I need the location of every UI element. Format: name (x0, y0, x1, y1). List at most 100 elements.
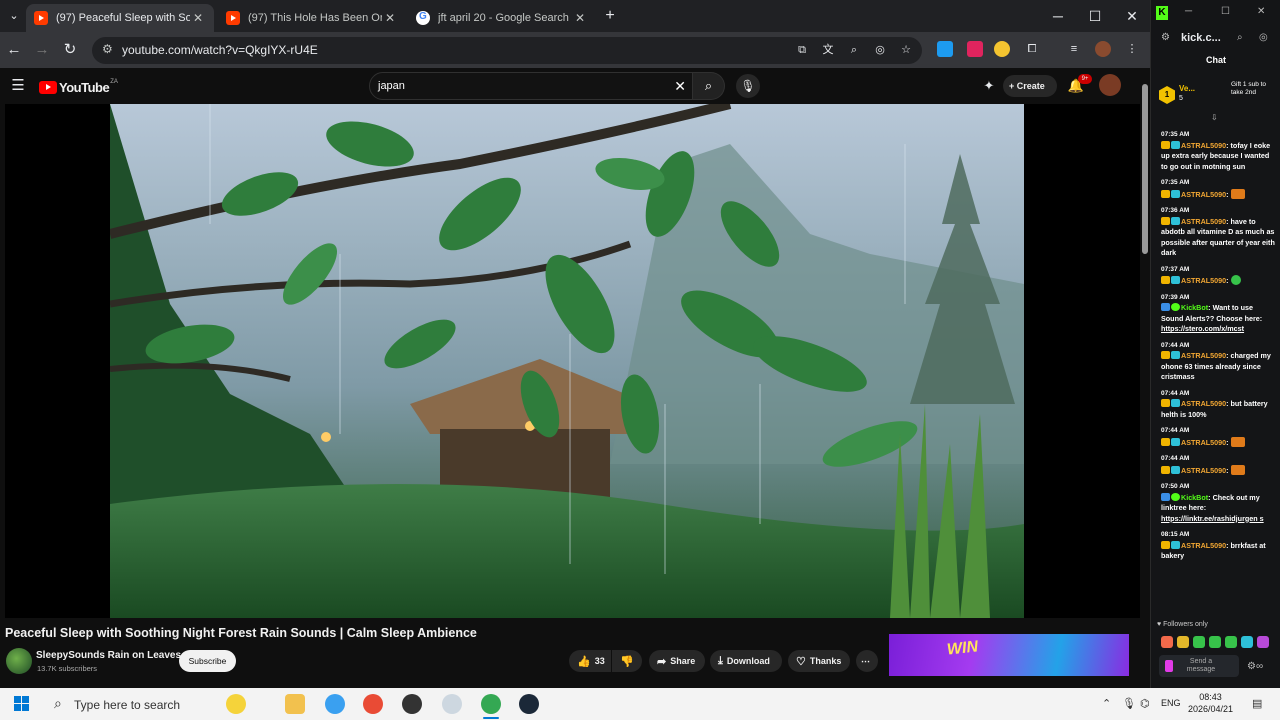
show-hidden-icons-chevron[interactable]: ⌃ (1102, 697, 1111, 710)
chrome-profile-icon[interactable] (481, 694, 501, 714)
chat-link[interactable]: https://stero.com/x/mcst (1161, 324, 1244, 333)
like-button[interactable]: 👍 33 (569, 650, 611, 672)
back-icon[interactable]: ← (2, 38, 26, 62)
reload-icon[interactable]: ↻ (58, 38, 82, 62)
chat-input[interactable]: Send a message (1159, 655, 1239, 677)
file-explorer-icon[interactable] (285, 694, 305, 714)
chat-username[interactable]: ASTRAL5090 (1181, 190, 1226, 199)
photos-icon[interactable] (325, 694, 345, 714)
system-clock[interactable]: 08:43 2026/04/21 (1188, 691, 1233, 715)
video-player[interactable] (5, 104, 1140, 618)
notification-center-icon[interactable]: ▤ (1252, 697, 1262, 710)
microphone-tray-icon[interactable]: 🎙 (1122, 697, 1136, 710)
extensions-puzzle-icon[interactable]: ⧠ (1024, 41, 1040, 57)
kick-url[interactable]: kick.c... (1181, 32, 1221, 44)
chat-username[interactable]: ASTRAL5090 (1181, 438, 1226, 447)
search-input[interactable]: japan (378, 80, 405, 92)
media-controls-icon[interactable]: ≡ (1066, 41, 1082, 57)
site-info-icon[interactable]: ⚙ (1161, 32, 1170, 43)
new-tab-button[interactable]: + (598, 4, 622, 28)
extension-blue-icon[interactable] (937, 41, 953, 57)
emote-3[interactable] (1193, 636, 1205, 648)
kick-address-bar[interactable]: ⚙ kick.c... ⌕ ◎ (1151, 28, 1280, 50)
youtube-logo[interactable]: YouTube ZA (39, 79, 118, 95)
search-icon[interactable]: ⌕ (1237, 32, 1243, 43)
scroll-down-icon[interactable]: ⇩ (1211, 113, 1218, 122)
subscribe-button[interactable]: Subscribe (179, 650, 236, 672)
chat-username[interactable]: ASTRAL5090 (1181, 351, 1226, 360)
chat-username[interactable]: KickBot (1181, 303, 1208, 312)
chat-input-placeholder[interactable]: Send a message (1179, 658, 1223, 674)
maximize-icon[interactable]: ☐ (1221, 6, 1230, 17)
ad-banner[interactable]: WIN (889, 634, 1129, 678)
chat-username[interactable]: ASTRAL5090 (1181, 276, 1226, 285)
account-avatar[interactable] (1099, 74, 1121, 96)
scrollbar-thumb[interactable] (1142, 84, 1148, 254)
site-info-icon[interactable]: ⚙ (102, 42, 113, 56)
bookmark-star-icon[interactable]: ☆ (898, 42, 914, 58)
forward-icon[interactable]: → (30, 38, 54, 62)
steam-icon[interactable] (519, 694, 539, 714)
share-button[interactable]: ➦ Share (649, 650, 705, 672)
chat-username[interactable]: ASTRAL5090 (1181, 141, 1226, 150)
channel-avatar[interactable] (6, 648, 32, 674)
eye-off-icon[interactable]: ◎ (872, 42, 888, 58)
tab-youtube-sleep[interactable]: (97) Peaceful Sleep with Soo ✕ (26, 4, 214, 32)
obs-icon[interactable] (402, 694, 422, 714)
emote-7[interactable] (1257, 636, 1269, 648)
windows-start-icon[interactable] (14, 696, 30, 712)
emote-4[interactable] (1209, 636, 1221, 648)
zoom-icon[interactable]: ⌕ (846, 42, 862, 58)
tab-youtube-hole[interactable]: (97) This Hole Has Been On Fire ✕ (218, 4, 406, 32)
close-tab-icon[interactable]: ✕ (572, 11, 588, 25)
input-language[interactable]: ENG (1161, 698, 1181, 708)
emote-6[interactable] (1241, 636, 1253, 648)
voice-search-button[interactable]: 🎙 (736, 74, 760, 98)
thanks-button[interactable]: ♡ Thanks (788, 650, 850, 672)
maximize-icon[interactable]: ☐ (1077, 4, 1113, 28)
chat-link[interactable]: https://linktr.ee/rashidjurgen s (1161, 514, 1264, 523)
close-tab-icon[interactable]: ✕ (190, 11, 206, 25)
extension-yellow-icon[interactable] (994, 41, 1010, 57)
dislike-button[interactable]: 👎 (612, 650, 642, 672)
clear-search-icon[interactable]: ✕ (674, 78, 686, 95)
download-button[interactable]: ⤓ Download (710, 650, 782, 672)
minimize-icon[interactable]: ─ (1040, 4, 1076, 28)
chat-username[interactable]: ASTRAL5090 (1181, 399, 1226, 408)
translate-icon[interactable]: 文 (820, 42, 836, 58)
address-bar[interactable]: ⚙ youtube.com/watch?v=QkgIYX-rU4E ⧉ 文 ⌕ … (92, 37, 922, 64)
extension-pink-icon[interactable] (967, 41, 983, 57)
chat-identity-icon[interactable] (1165, 660, 1173, 672)
chrome-icon[interactable] (363, 694, 383, 714)
cast-icon[interactable]: ⧉ (794, 42, 810, 58)
pinned-gift-leaderboard[interactable]: 1 Ve... 5 Gift 1 sub to take 2nd (1159, 80, 1279, 114)
emote-1[interactable] (1161, 636, 1173, 648)
chat-username[interactable]: KickBot (1181, 493, 1208, 502)
close-tab-icon[interactable]: ✕ (382, 11, 398, 25)
cast-sparkle-icon[interactable]: ✦ (977, 74, 1001, 98)
search-box[interactable]: japan ✕ (369, 72, 693, 100)
sparkle-widget-icon[interactable] (226, 694, 246, 714)
emote-2[interactable] (1177, 636, 1189, 648)
close-window-icon[interactable]: ✕ (1114, 4, 1150, 28)
hamburger-menu-icon[interactable]: ☰ (6, 74, 30, 98)
eye-off-icon[interactable]: ◎ (1259, 32, 1268, 43)
channel-name[interactable]: SleepySounds Rain on Leaves (36, 650, 181, 661)
network-icon[interactable]: ⌬ (1140, 697, 1150, 710)
profile-avatar[interactable] (1095, 41, 1111, 57)
gift-sub-prompt[interactable]: Gift 1 sub to take 2nd (1231, 81, 1271, 96)
create-button[interactable]: + Create (1003, 75, 1057, 97)
chat-username[interactable]: ASTRAL5090 (1181, 217, 1226, 226)
minimize-icon[interactable]: ─ (1185, 6, 1192, 17)
snipping-tool-icon[interactable] (442, 694, 462, 714)
emote-5[interactable] (1225, 636, 1237, 648)
page-scrollbar[interactable] (1140, 68, 1150, 688)
address-url[interactable]: youtube.com/watch?v=QkgIYX-rU4E (122, 43, 318, 57)
chat-settings-icon[interactable]: ⚙∞ (1247, 661, 1263, 672)
browser-menu-icon[interactable]: ⋮ (1124, 41, 1140, 57)
tab-search-chevron-icon[interactable]: ⌄ (2, 4, 26, 28)
more-actions-button[interactable]: ⋯ (856, 650, 878, 672)
tab-google-search[interactable]: jft april 20 - Google Search ✕ (408, 4, 596, 32)
taskbar-search-placeholder[interactable]: Type here to search (74, 698, 180, 712)
close-window-icon[interactable]: ✕ (1257, 6, 1265, 17)
